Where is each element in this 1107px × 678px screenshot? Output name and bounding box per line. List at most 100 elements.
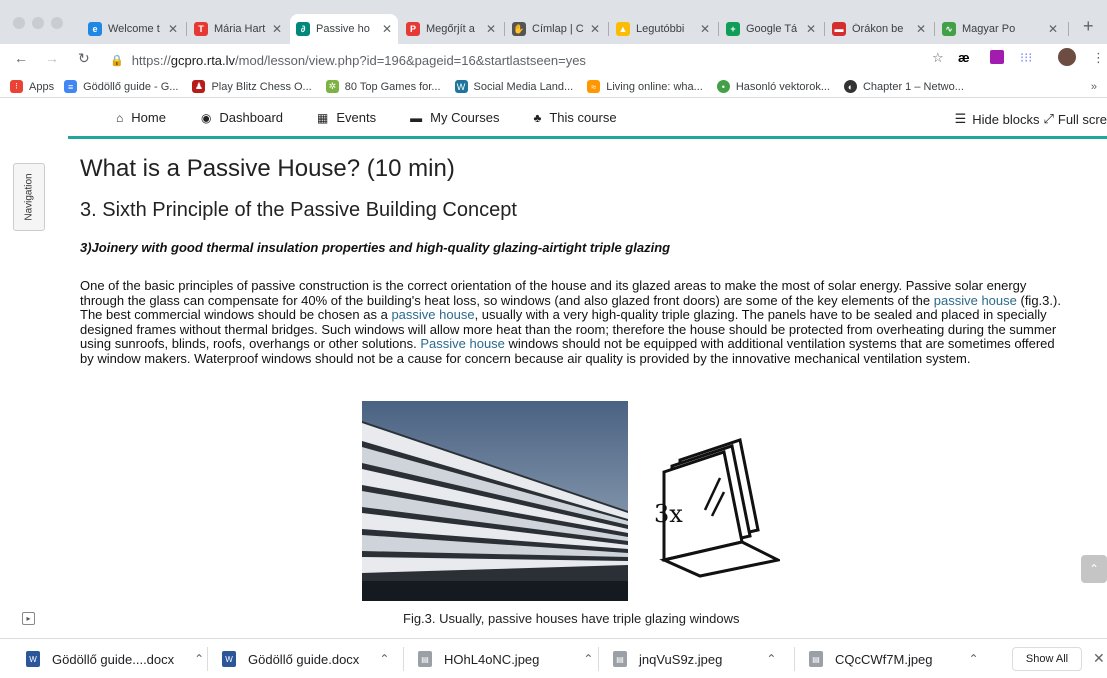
close-window-button[interactable] (13, 17, 25, 29)
nav-my-courses[interactable]: ▬ My Courses (410, 110, 499, 125)
glossary-link[interactable]: passive house (391, 307, 474, 322)
star-icon[interactable]: ☆ (932, 50, 944, 66)
scroll-to-top-button[interactable]: ⌃ (1081, 555, 1107, 583)
ae-extension-icon[interactable]: æ (958, 50, 970, 65)
maximize-window-button[interactable] (51, 17, 63, 29)
browser-tab[interactable]: ∿ Magyar Po ✕ (936, 14, 1064, 44)
url-host: gcpro.rta.lv (170, 52, 236, 68)
vector-icon: • (716, 80, 730, 93)
icon-label: 3x (654, 500, 683, 528)
new-tab-button[interactable]: + (1083, 16, 1094, 37)
minimize-window-button[interactable] (32, 17, 44, 29)
page-subtitle: 3. Sixth Principle of the Passive Buildi… (80, 199, 517, 221)
browser-tab[interactable]: T Mária Hart ✕ (188, 14, 288, 44)
download-item[interactable]: W Gödöllő guide.docx ⌃ (222, 639, 389, 678)
tab-close-icon[interactable]: ✕ (590, 22, 600, 36)
forward-icon[interactable]: → (45, 50, 59, 66)
tab-close-icon[interactable]: ✕ (168, 22, 178, 36)
avatar[interactable] (1058, 48, 1076, 66)
hide-blocks-icon: ☰ (954, 111, 967, 126)
bookmark-item[interactable]: ✲ 80 Top Games for... (325, 80, 441, 93)
nav-dashboard[interactable]: ◉ Dashboard (201, 110, 283, 125)
drawer-toggle-icon[interactable]: ▸ (22, 612, 35, 625)
show-all-button[interactable]: Show All (1012, 647, 1082, 671)
hide-blocks-button[interactable]: Hide blocks (972, 112, 1039, 127)
nav-events[interactable]: ▦ Events (317, 110, 376, 125)
back-icon[interactable]: ← (14, 50, 28, 66)
extension-icon[interactable] (990, 50, 1004, 64)
close-icon[interactable]: ✕ (1093, 650, 1105, 667)
nav-this-course[interactable]: ♣ This course (533, 110, 616, 125)
image-file-icon: ▤ (418, 651, 432, 667)
bookmark-item[interactable]: ≡ Gödöllő guide - G... (64, 80, 178, 93)
dashboard-icon: ◉ (200, 110, 212, 125)
home-icon: ⌂ (116, 110, 124, 125)
url-path: /mod/lesson/view.php?id=196&pageid=16&st… (235, 52, 586, 68)
section-heading: 3)Joinery with good thermal insulation p… (80, 240, 671, 255)
bookmarks-more-button[interactable]: » (1091, 81, 1097, 93)
word-file-icon: W (222, 651, 236, 667)
app-icon: ▬ (832, 22, 846, 36)
browser-tab[interactable]: ▲ Legutóbbi ✕ (610, 14, 716, 44)
lesson-paragraph: One of the basic principles of passive c… (80, 278, 1061, 366)
wordpress-icon: W (454, 80, 468, 93)
reload-icon[interactable]: ↻ (78, 50, 90, 67)
bookmark-item[interactable]: • Hasonló vektorok... (716, 80, 830, 93)
bookmark-item[interactable]: ♟ Play Blitz Chess O... (192, 80, 312, 93)
p-logo-icon: P (406, 22, 420, 36)
browser-tab[interactable]: ✋ Címlap | C ✕ (506, 14, 606, 44)
download-item[interactable]: ▤ HOhL4oNC.jpeg ⌃ (418, 639, 593, 678)
tab-close-icon[interactable]: ✕ (272, 22, 282, 36)
triple-glazing-icon: 3x (654, 438, 780, 578)
tab-close-icon[interactable]: ✕ (700, 22, 710, 36)
chevron-up-icon[interactable]: ⌃ (583, 652, 593, 666)
navigation-drawer-tab[interactable]: Navigation (13, 163, 45, 231)
url-scheme: https:// (131, 52, 171, 68)
download-item[interactable]: ▤ jnqVuS9z.jpeg ⌃ (613, 639, 776, 678)
download-item[interactable]: W Gödöllő guide....docx ⌃ (26, 639, 204, 678)
tab-close-icon[interactable]: ✕ (916, 22, 926, 36)
toolbar: ← → ↻ 🔒 https://gcpro.rta.lv/mod/lesson/… (0, 44, 1107, 76)
tab-close-icon[interactable]: ✕ (806, 22, 816, 36)
tab-strip: e Welcome t ✕ T Mária Hart ✕ ∂ Passive h… (0, 0, 1107, 44)
lesson-content: What is a Passive House? (10 min) 3. Six… (80, 152, 1080, 366)
chess-icon: ♟ (192, 80, 206, 93)
chevron-up-icon[interactable]: ⌃ (379, 652, 389, 666)
fullscreen-icon: ⤢ (1043, 111, 1054, 126)
page-controls: ☰ Hide blocks ⤢ Full scre (955, 111, 1107, 127)
lock-icon: 🔒 (110, 54, 124, 67)
chevron-up-icon[interactable]: ⌃ (194, 652, 204, 666)
glossary-link[interactable]: Passive house (420, 336, 505, 351)
figure-caption: Fig.3. Usually, passive houses have trip… (403, 611, 740, 626)
nav-home[interactable]: ⌂ Home (116, 110, 166, 125)
tab-close-icon[interactable]: ✕ (382, 22, 392, 36)
browser-tab[interactable]: ▬ Órákon be ✕ (826, 14, 932, 44)
tab-close-icon[interactable]: ✕ (486, 22, 496, 36)
tab-close-icon[interactable]: ✕ (1048, 22, 1058, 36)
page-title: What is a Passive House? (10 min) (80, 155, 455, 182)
glossary-link[interactable]: passive house (934, 293, 1017, 308)
browser-tab[interactable]: P Megőrjít a ✕ (400, 14, 502, 44)
globe-icon: ◐ (843, 80, 857, 93)
browser-tab[interactable]: + Google Tá ✕ (720, 14, 822, 44)
grid-extension-icon[interactable]: ⁝⁝⁝ (1020, 50, 1032, 66)
bookmark-item[interactable]: ≈ Living online: wha... (587, 80, 703, 93)
browser-tab[interactable]: e Welcome t ✕ (82, 14, 184, 44)
bookmark-apps[interactable]: ⁝ Apps (10, 80, 54, 93)
bookmarks-bar: ⁝ Apps ≡ Gödöllő guide - G... ♟ Play Blitz … (0, 76, 1107, 98)
browser-tab-active[interactable]: ∂ Passive ho ✕ (290, 14, 398, 44)
menu-icon[interactable]: ⋮ (1092, 50, 1105, 66)
bookmark-item[interactable]: ◐ Chapter 1 – Netwo... (843, 80, 964, 93)
download-item[interactable]: ▤ CQcCWf7M.jpeg ⌃ (809, 639, 979, 678)
wave-icon: ∿ (942, 22, 956, 36)
full-screen-button[interactable]: Full scre (1058, 112, 1107, 127)
address-bar[interactable]: 🔒 https://gcpro.rta.lv/mod/lesson/view.p… (110, 48, 910, 72)
sitemap-icon: ♣ (533, 110, 542, 125)
word-file-icon: W (26, 651, 40, 667)
wifi-icon: ≈ (587, 80, 601, 93)
it-logo-icon: T (194, 22, 208, 36)
chevron-up-icon[interactable]: ⌃ (766, 652, 776, 666)
bookmark-item[interactable]: W Social Media Land... (454, 80, 573, 93)
courses-icon: ▬ (410, 110, 423, 125)
chevron-up-icon[interactable]: ⌃ (969, 652, 979, 666)
